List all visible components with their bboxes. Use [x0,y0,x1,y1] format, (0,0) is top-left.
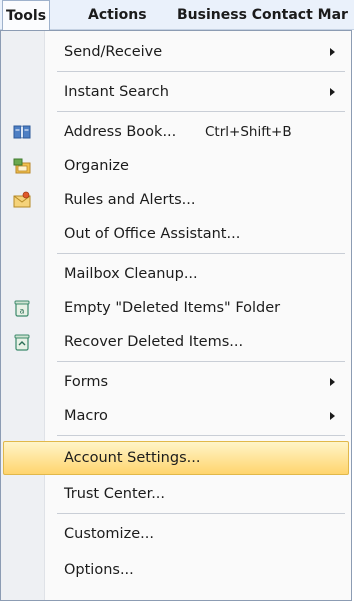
menu-item-label: Instant Search [64,84,169,100]
menu-item-shortcut: Ctrl+Shift+B [205,124,292,140]
menu-item-label: Address Book... [64,124,177,140]
menu-separator [57,513,345,514]
menu-item-label: Recover Deleted Items... [64,334,244,350]
menu-item-out-of-office-assistant[interactable]: Out of Office Assistant... [3,217,349,251]
menu-tools[interactable]: Tools [2,0,51,30]
menu-item-macro[interactable]: Macro [3,399,349,433]
empty-deleted-items-icon: a [14,300,30,317]
svg-text:a: a [20,307,25,316]
menu-item-empty-deleted-items-folder[interactable]: a Empty "Deleted Items" Folder [3,291,349,325]
menu-item-label: Macro [64,408,108,424]
menu-actions[interactable]: Actions [88,0,147,30]
menu-item-mailbox-cleanup[interactable]: Mailbox Cleanup... [3,257,349,291]
menu-item-label: Options... [64,562,134,578]
menu-item-label: Trust Center... [64,486,166,502]
submenu-arrow-icon [330,412,335,420]
menu-item-label: Rules and Alerts... [64,192,196,208]
menu-item-trust-center[interactable]: Trust Center... [3,477,349,511]
submenu-arrow-icon [330,88,335,96]
menu-separator [57,253,345,254]
menu-item-label: Customize... [64,526,154,542]
menu-item-label: Forms [64,374,109,390]
menu-item-account-settings[interactable]: Account Settings... [3,441,349,475]
address-book-icon [13,125,31,139]
menu-separator [57,361,345,362]
menu-bar: Tools Actions Business Contact Mar [0,0,354,30]
menu-item-instant-search[interactable]: Instant Search [3,75,349,109]
submenu-arrow-icon [330,48,335,56]
menu-item-label: Empty "Deleted Items" Folder [64,300,281,316]
menu-separator [57,435,345,436]
menu-item-recover-deleted-items[interactable]: Recover Deleted Items... [3,325,349,359]
menu-item-address-book[interactable]: Address Book... Ctrl+Shift+B [3,115,349,149]
menu-item-label: Mailbox Cleanup... [64,266,198,282]
menu-item-label: Organize [64,158,129,174]
recover-deleted-items-icon [14,334,30,351]
menu-item-customize[interactable]: Customize... [3,517,349,551]
menu-item-rules-and-alerts[interactable]: Rules and Alerts... [3,183,349,217]
menu-item-label: Account Settings... [64,450,201,466]
organize-icon [13,158,31,174]
menu-item-label: Send/Receive [64,44,163,60]
tools-dropdown-menu: Send/Receive Instant Search Address Book… [0,30,352,601]
menu-separator [57,111,345,112]
menu-item-forms[interactable]: Forms [3,365,349,399]
menu-separator [57,71,345,72]
menu-item-label: Out of Office Assistant... [64,226,241,242]
menu-item-send-receive[interactable]: Send/Receive [3,35,349,69]
rules-alerts-icon [13,191,31,208]
menu-item-organize[interactable]: Organize [3,149,349,183]
menu-item-options[interactable]: Options... [3,553,349,587]
menu-business-contact-manager[interactable]: Business Contact Mar [177,0,348,30]
submenu-arrow-icon [330,378,335,386]
